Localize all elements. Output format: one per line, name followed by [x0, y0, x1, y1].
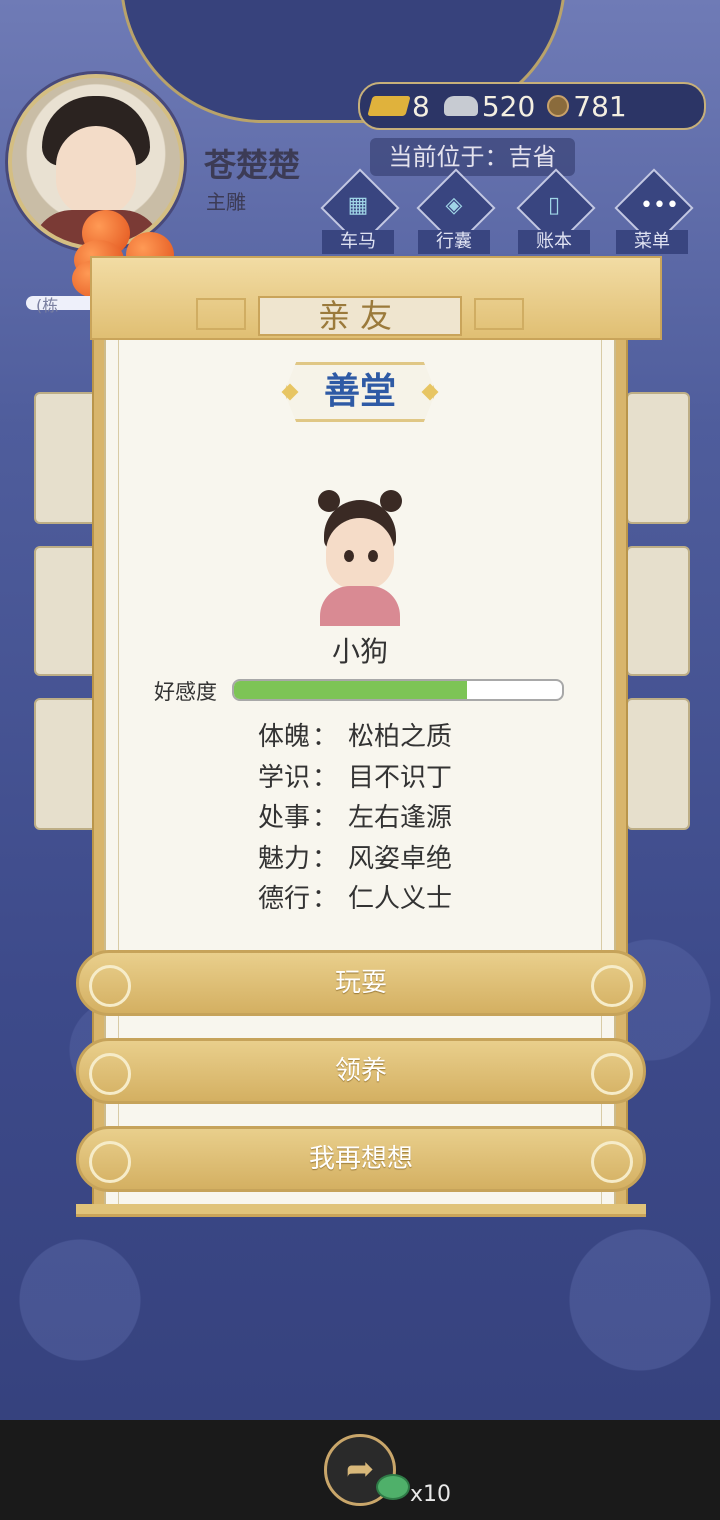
attribute-value: 目不识丁 — [348, 763, 453, 793]
attribute-row: 体魄： 松柏之质 — [258, 716, 452, 753]
attribute-separator: ： — [312, 884, 339, 914]
attribute-value: 风姿卓绝 — [348, 844, 453, 874]
header-ornament-right — [474, 298, 524, 330]
play-button[interactable]: 玩耍 — [76, 950, 646, 1016]
attribute-row: 处事： 左右逢源 — [258, 797, 452, 834]
nav-bundle-button[interactable]: ◈ 行囊 — [414, 168, 496, 256]
favor-bar — [232, 679, 564, 701]
npc-portrait — [312, 490, 408, 626]
jade-reward-icon — [376, 1474, 410, 1500]
npc-name: 小狗 — [331, 635, 388, 668]
attribute-key: 德行 — [258, 884, 311, 914]
player-role: 主雕 — [206, 190, 246, 214]
player-name: 苍楚楚 — [204, 146, 301, 184]
side-card-right-3 — [626, 698, 690, 830]
attribute-separator: ： — [312, 803, 339, 833]
attribute-key: 体魄 — [258, 722, 311, 752]
attribute-key: 魅力 — [258, 844, 311, 874]
nav-label-bundle: 行囊 — [418, 230, 490, 254]
attribute-value: 左右逢源 — [348, 803, 453, 833]
modal-footer — [76, 1204, 646, 1217]
nav-label-carriage: 车马 — [322, 230, 394, 254]
favor-label: 好感度 — [154, 680, 217, 704]
silver-count: 520 — [481, 89, 536, 123]
attribute-value: 仁人义士 — [348, 884, 453, 914]
attribute-key: 学识 — [258, 763, 311, 793]
current-location: 当前位于：吉省 — [370, 138, 575, 176]
avatar-face — [56, 126, 136, 216]
silver-ingot-icon — [443, 96, 478, 116]
nav-buttons: ▦ 车马 ◈ 行囊 ▯ 账本 ••• 菜单 — [318, 168, 710, 256]
attribute-separator: ： — [312, 844, 339, 874]
nav-ledger-button[interactable]: ▯ 账本 — [514, 168, 596, 256]
attribute-value: 松柏之质 — [348, 722, 453, 752]
side-card-right-2 — [626, 546, 690, 676]
currency-bar: 8 520 781 — [358, 82, 706, 130]
favor-bar-fill — [234, 681, 467, 699]
nav-menu-button[interactable]: ••• 菜单 — [612, 168, 694, 256]
npc-eye — [368, 550, 378, 562]
header-ornament-left — [196, 298, 246, 330]
nav-carriage-button[interactable]: ▦ 车马 — [318, 168, 400, 256]
think-again-button[interactable]: 我再想想 — [76, 1126, 646, 1192]
npc-face — [326, 518, 394, 590]
nav-label-ledger: 账本 — [518, 230, 590, 254]
attribute-row: 德行： 仁人义士 — [258, 878, 452, 915]
coin-count: 781 — [573, 89, 627, 123]
ledger-icon: ▯ — [547, 193, 561, 218]
bundle-icon: ◈ — [445, 193, 463, 218]
attribute-row: 学识： 目不识丁 — [258, 757, 452, 794]
npc-eye — [344, 550, 354, 562]
share-reward-count: x10 — [410, 1482, 452, 1507]
attribute-separator: ： — [312, 763, 339, 793]
quest-label: (栋 — [36, 296, 59, 315]
gold-count: 8 — [412, 89, 430, 123]
attribute-key: 处事 — [258, 803, 311, 833]
menu-dots-icon: ••• — [640, 193, 679, 218]
npc-body — [320, 586, 400, 626]
place-title: 善堂 — [284, 362, 436, 422]
carriage-icon: ▦ — [347, 193, 369, 218]
gold-ingot-icon — [367, 96, 411, 116]
adopt-button[interactable]: 领养 — [76, 1038, 646, 1104]
attribute-row: 魅力： 风姿卓绝 — [258, 838, 452, 875]
side-card-right-1 — [626, 392, 690, 524]
nav-label-menu: 菜单 — [616, 230, 688, 254]
attribute-separator: ： — [312, 722, 339, 752]
modal-title: 亲友 — [258, 296, 462, 336]
copper-coin-icon — [547, 95, 570, 117]
